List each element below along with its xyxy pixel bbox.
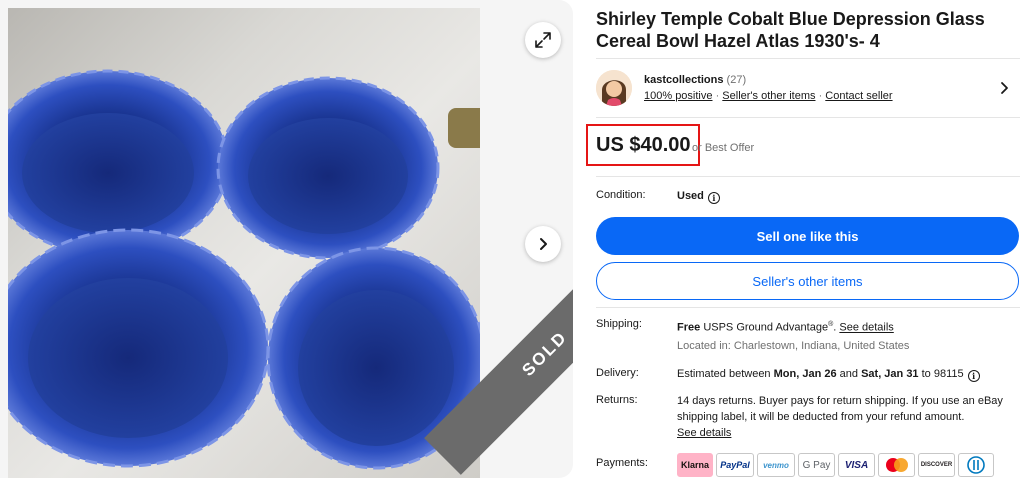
divider bbox=[596, 176, 1020, 177]
positive-feedback-link[interactable]: 100% positive bbox=[644, 90, 713, 102]
mastercard-icon bbox=[878, 453, 915, 477]
condition-value: Used i bbox=[677, 188, 720, 204]
seller-links: 100% positive · Seller's other items · C… bbox=[644, 88, 996, 104]
discover-icon: DISCOVER bbox=[918, 453, 955, 477]
next-image-button[interactable] bbox=[525, 226, 561, 262]
sell-one-like-this-button[interactable]: Sell one like this bbox=[596, 217, 1019, 255]
shipping-details-link[interactable]: See details bbox=[839, 322, 893, 334]
payment-methods: Klarna PayPal venmo G Pay VISA DISCOVER bbox=[677, 453, 994, 477]
seller-avatar[interactable] bbox=[596, 70, 632, 106]
shipping-service: USPS Ground Advantage bbox=[703, 321, 829, 334]
sold-label: SOLD bbox=[518, 327, 571, 380]
seller-name[interactable]: kastcollections bbox=[644, 74, 723, 86]
returns-label: Returns: bbox=[596, 394, 638, 406]
item-photo[interactable] bbox=[8, 8, 480, 478]
delivery-end: Sat, Jan 31 bbox=[861, 368, 919, 380]
cobalt-bowls-image bbox=[8, 69, 480, 470]
condition-text: Used bbox=[677, 190, 704, 202]
seller-card[interactable]: kastcollections (27) 100% positive · Sel… bbox=[596, 60, 1020, 116]
expand-image-button[interactable] bbox=[525, 22, 561, 58]
seller-feedback-count: (27) bbox=[726, 74, 747, 86]
registered-mark: ® bbox=[828, 321, 834, 328]
item-details-panel: Shirley Temple Cobalt Blue Depression Gl… bbox=[586, 0, 1024, 486]
avatar-icon bbox=[596, 70, 632, 106]
condition-label: Condition: bbox=[596, 189, 646, 201]
info-icon[interactable]: i bbox=[707, 192, 720, 204]
delivery-value: Estimated between Mon, Jan 26 and Sat, J… bbox=[677, 366, 980, 382]
image-gallery: SOLD bbox=[0, 0, 573, 478]
item-location: Located in: Charlestown, Indiana, United… bbox=[677, 340, 910, 352]
shipping-value: Free USPS Ground Advantage®. See details bbox=[677, 321, 894, 334]
visa-label: VISA bbox=[844, 459, 869, 471]
returns-details-link[interactable]: See details bbox=[677, 425, 731, 441]
item-title: Shirley Temple Cobalt Blue Depression Gl… bbox=[596, 9, 985, 51]
returns-line-2: shipping label, it will be deducted from… bbox=[677, 411, 965, 423]
expand-icon bbox=[535, 32, 551, 48]
shipping-label: Shipping: bbox=[596, 318, 642, 330]
mastercard-logo bbox=[885, 458, 908, 472]
info-icon[interactable]: i bbox=[967, 370, 980, 382]
google-pay-icon: G Pay bbox=[798, 453, 835, 477]
sellers-other-items-link[interactable]: Seller's other items bbox=[722, 90, 815, 102]
venmo-icon: venmo bbox=[757, 453, 795, 477]
separator: · bbox=[818, 90, 823, 102]
paypal-icon: PayPal bbox=[716, 453, 754, 477]
klarna-icon: Klarna bbox=[677, 453, 713, 477]
divider bbox=[596, 117, 1020, 118]
delivery-label: Delivery: bbox=[596, 367, 639, 379]
price: US $40.00 bbox=[596, 134, 691, 156]
visa-icon: VISA bbox=[838, 453, 875, 477]
separator: · bbox=[715, 90, 720, 102]
diners-club-icon bbox=[958, 453, 994, 477]
returns-line-1: 14 days returns. Buyer pays for return s… bbox=[677, 395, 1003, 407]
divider bbox=[596, 307, 1020, 308]
chevron-right-icon bbox=[1001, 82, 1008, 94]
free-shipping: Free bbox=[677, 321, 701, 334]
delivery-prefix: Estimated between bbox=[677, 368, 771, 380]
diners-club-logo bbox=[967, 456, 985, 474]
payments-label: Payments: bbox=[596, 457, 648, 469]
delivery-and: and bbox=[839, 368, 859, 380]
chevron-right-icon bbox=[540, 238, 547, 250]
delivery-zip: to 98115 bbox=[921, 368, 964, 380]
best-offer-label: or Best Offer bbox=[692, 142, 755, 154]
divider bbox=[596, 58, 1020, 59]
sellers-other-items-button[interactable]: Seller's other items bbox=[596, 262, 1019, 300]
delivery-start: Mon, Jan 26 bbox=[773, 368, 837, 380]
contact-seller-link[interactable]: Contact seller bbox=[825, 90, 892, 102]
seller-info: kastcollections (27) 100% positive · Sel… bbox=[644, 72, 996, 104]
